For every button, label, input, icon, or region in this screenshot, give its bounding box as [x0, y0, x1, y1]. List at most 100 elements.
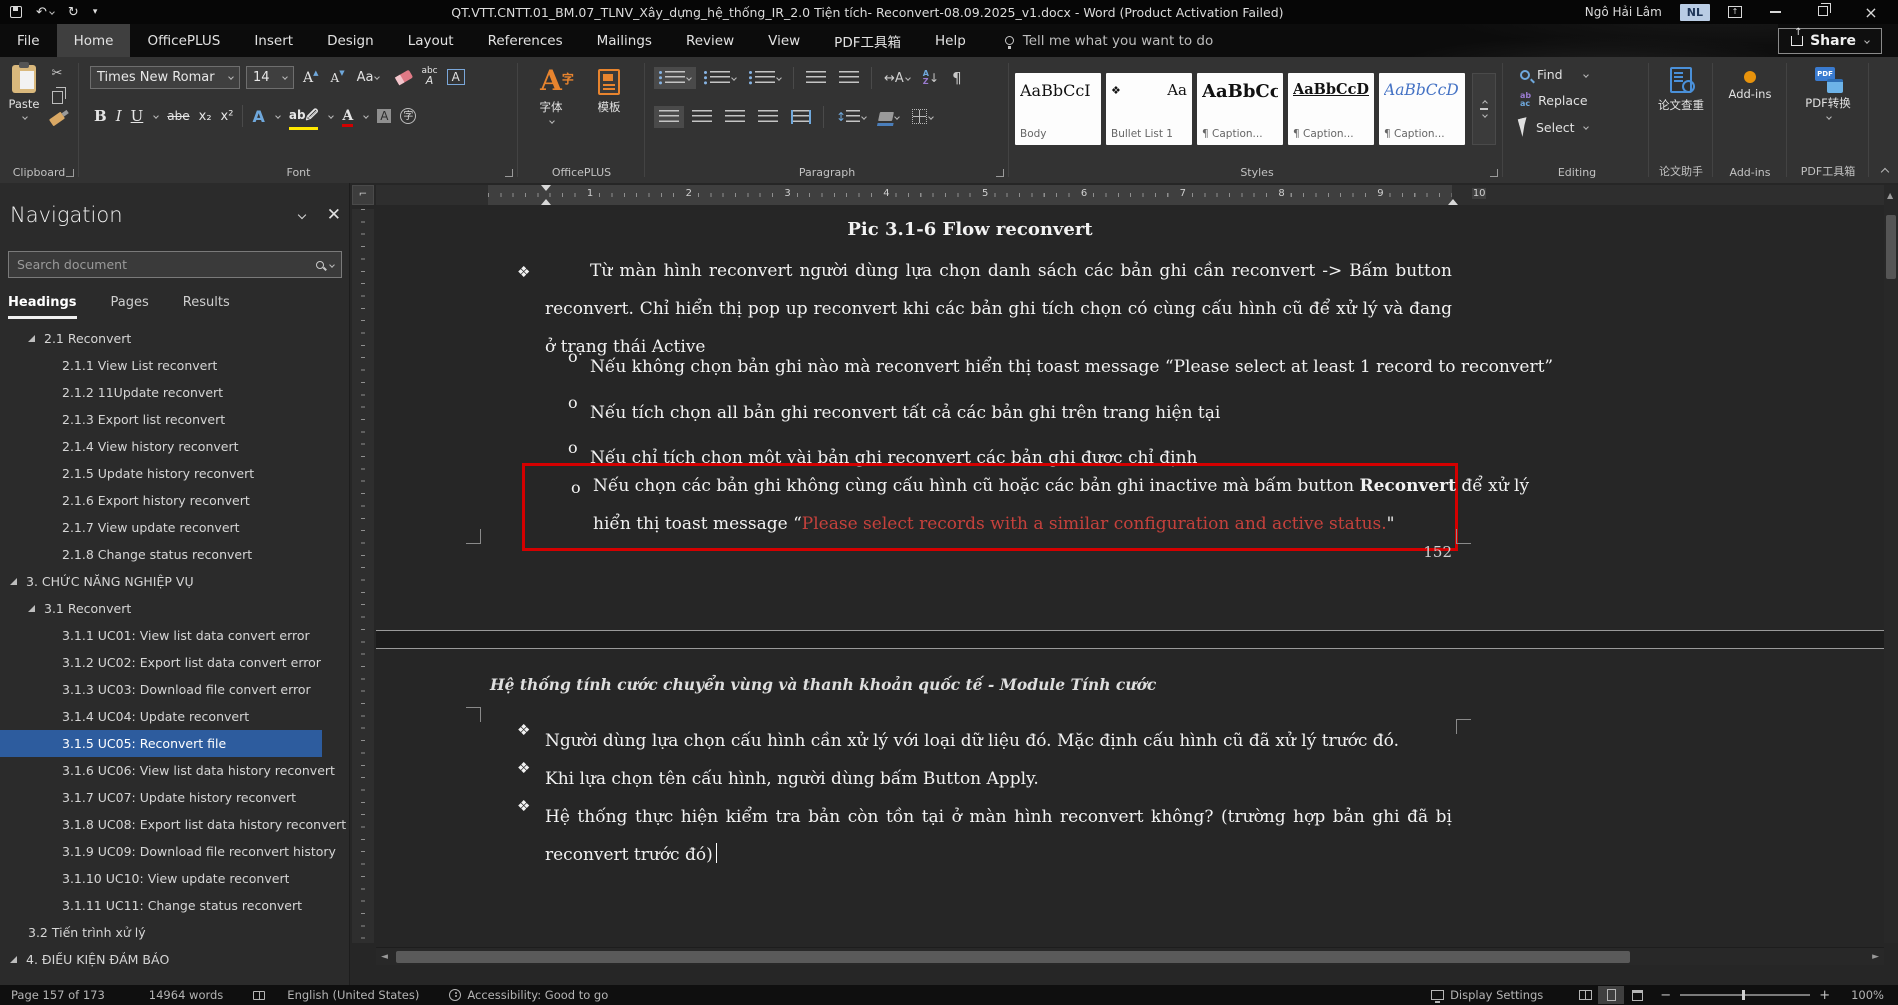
distribute-button[interactable] — [786, 106, 816, 128]
search-input[interactable] — [9, 257, 316, 272]
zoom-out-icon[interactable]: − — [1660, 988, 1671, 1003]
zoom-in-icon[interactable]: + — [1819, 988, 1830, 1003]
nav-heading-item[interactable]: 3.1.5 UC05: Reconvert file — [0, 730, 322, 757]
undo-icon[interactable]: ↶ — [36, 6, 54, 19]
borders-button[interactable] — [907, 105, 938, 128]
minimize-button[interactable] — [1760, 5, 1790, 20]
underline-button[interactable]: U — [131, 107, 144, 125]
paste-button[interactable]: Paste — [2, 57, 46, 119]
ribbon-tab-References[interactable]: References — [471, 24, 580, 57]
tab-selector[interactable]: ⌐ — [352, 185, 374, 205]
officeplus-template-button[interactable]: 模板 — [583, 61, 635, 115]
search-icon[interactable] — [316, 261, 324, 269]
shading-button[interactable] — [874, 108, 904, 125]
nav-heading-item[interactable]: 2.1.8 Change status reconvert — [0, 541, 349, 568]
nav-heading-item[interactable]: 3.2 Tiến trình xử lý — [0, 919, 349, 946]
align-right-button[interactable] — [720, 106, 750, 128]
nav-heading-item[interactable]: 2.1.2 11Update reconvert — [0, 379, 349, 406]
nav-heading-item[interactable]: 3.1 Reconvert — [0, 595, 349, 622]
ribbon-tab-Layout[interactable]: Layout — [391, 24, 471, 57]
right-indent-marker[interactable] — [1448, 199, 1458, 205]
phonetic-guide-button[interactable]: abcA — [418, 65, 440, 89]
highlight-dropdown[interactable] — [328, 113, 334, 119]
styles-more-button[interactable] — [1472, 73, 1496, 145]
nav-close-icon[interactable]: ✕ — [327, 205, 341, 225]
nav-pane-options-chevron[interactable] — [298, 211, 306, 219]
nav-heading-item[interactable]: 3.1.10 UC10: View update reconvert — [0, 865, 349, 892]
nav-heading-item[interactable]: 3.1.6 UC06: View list data history recon… — [0, 757, 349, 784]
horizontal-scrollbar[interactable]: ◄ ► — [376, 947, 1884, 965]
pdf-convert-button[interactable]: PDF转换 — [1796, 59, 1860, 119]
nav-heading-item[interactable]: 2.1.1 View List reconvert — [0, 352, 349, 379]
numbering-button[interactable] — [699, 67, 741, 89]
share-button[interactable]: Share — [1778, 28, 1882, 54]
user-name[interactable]: Ngô Hải Lâm — [1585, 5, 1662, 19]
nav-heading-item[interactable]: 3.1.8 UC08: Export list data history rec… — [0, 811, 349, 838]
justify-button[interactable] — [753, 106, 783, 128]
styles-dialog-launcher[interactable] — [1490, 169, 1498, 177]
ribbon-tab-Insert[interactable]: Insert — [237, 24, 310, 57]
ribbon-tab-Mailings[interactable]: Mailings — [580, 24, 669, 57]
font-name-combo[interactable]: Times New Romar — [90, 66, 240, 89]
format-painter-icon[interactable] — [49, 112, 65, 127]
increase-indent-button[interactable] — [834, 67, 864, 89]
scroll-left-icon[interactable]: ◄ — [381, 952, 388, 962]
highlight-button[interactable]: ab🖉 — [289, 106, 318, 127]
grow-font-button[interactable]: A▲ — [300, 68, 322, 87]
nav-tab-pages[interactable]: Pages — [111, 295, 149, 319]
nav-heading-item[interactable]: 3. CHỨC NĂNG NGHIỆP VỤ — [0, 568, 349, 595]
character-shading-button[interactable]: A — [377, 109, 391, 123]
paragraph-dialog-launcher[interactable] — [996, 169, 1004, 177]
print-layout-button[interactable] — [1598, 986, 1624, 1004]
addins-button[interactable]: Add-ins — [1720, 63, 1780, 101]
underline-dropdown[interactable] — [153, 113, 159, 119]
change-case-button[interactable]: Aa — [354, 69, 383, 86]
language-badge[interactable]: NL — [1680, 4, 1710, 21]
page-info[interactable]: Page 157 of 173 — [0, 988, 116, 1002]
search-options-chevron[interactable] — [329, 262, 335, 268]
zoom-level[interactable]: 100% — [1840, 988, 1898, 1002]
asian-layout-button[interactable]: ↔A — [879, 67, 915, 90]
ribbon-tab-View[interactable]: View — [751, 24, 817, 57]
line-spacing-button[interactable]: ↕ — [831, 106, 871, 128]
nav-heading-item[interactable]: 3.1.1 UC01: View list data convert error — [0, 622, 349, 649]
ribbon-tab-File[interactable]: File — [0, 24, 57, 57]
ribbon-tab-Help[interactable]: Help — [918, 24, 983, 57]
officeplus-font-button[interactable]: A字 字体 — [525, 59, 577, 123]
multilevel-list-button[interactable] — [744, 67, 786, 89]
expand-caret-icon[interactable] — [10, 956, 17, 963]
clear-formatting-icon[interactable] — [395, 69, 413, 85]
nav-tab-headings[interactable]: Headings — [8, 295, 77, 319]
ribbon-tab-PDF工具箱[interactable]: PDF工具箱 — [817, 24, 918, 57]
strikethrough-button[interactable]: abe — [167, 109, 189, 123]
ribbon-tab-OfficePLUS[interactable]: OfficePLUS — [130, 24, 237, 57]
nav-heading-item[interactable]: 2.1 Reconvert — [0, 325, 349, 352]
sort-button[interactable]: AZ↓ — [918, 66, 944, 90]
vertical-scrollbar[interactable]: ▲ — [1884, 185, 1898, 943]
web-layout-button[interactable] — [1624, 986, 1650, 1004]
copy-icon[interactable] — [52, 91, 63, 104]
nav-heading-item[interactable]: 3.1.2 UC02: Export list data convert err… — [0, 649, 349, 676]
read-mode-button[interactable] — [1572, 986, 1598, 1004]
vertical-scroll-thumb[interactable] — [1886, 215, 1896, 279]
style-card-bullet-list-1[interactable]: ❖AaBullet List 1 — [1106, 73, 1192, 145]
ribbon-display-options-icon[interactable]: ↑ — [1728, 6, 1742, 18]
ribbon-tab-Review[interactable]: Review — [669, 24, 751, 57]
nav-tab-results[interactable]: Results — [183, 295, 230, 319]
nav-heading-item[interactable]: 3.1.7 UC07: Update history reconvert — [0, 784, 349, 811]
word-count[interactable]: 14964 words — [138, 988, 235, 1002]
font-size-combo[interactable]: 14 — [246, 66, 294, 89]
subscript-button[interactable]: x₂ — [199, 109, 212, 124]
style-card--caption-[interactable]: AaBbCcI¶ Caption... — [1197, 73, 1283, 145]
scroll-right-icon[interactable]: ► — [1872, 952, 1879, 962]
display-settings-button[interactable]: Display Settings — [1420, 988, 1554, 1002]
close-button[interactable]: × — [1856, 3, 1886, 22]
enclose-characters-button[interactable]: 字 — [400, 108, 416, 124]
nav-heading-item[interactable]: 2.1.6 Export history reconvert — [0, 487, 349, 514]
style-card-body[interactable]: AaBbCcIBody — [1015, 73, 1101, 145]
font-color-button[interactable]: A — [342, 108, 353, 124]
nav-heading-item[interactable]: 4. ĐIỀU KIỆN ĐẢM BẢO — [0, 946, 349, 973]
nav-heading-item[interactable]: 2.1.4 View history reconvert — [0, 433, 349, 460]
shrink-font-button[interactable]: A▼ — [328, 68, 348, 86]
nav-heading-item[interactable]: 3.1.11 UC11: Change status reconvert — [0, 892, 349, 919]
